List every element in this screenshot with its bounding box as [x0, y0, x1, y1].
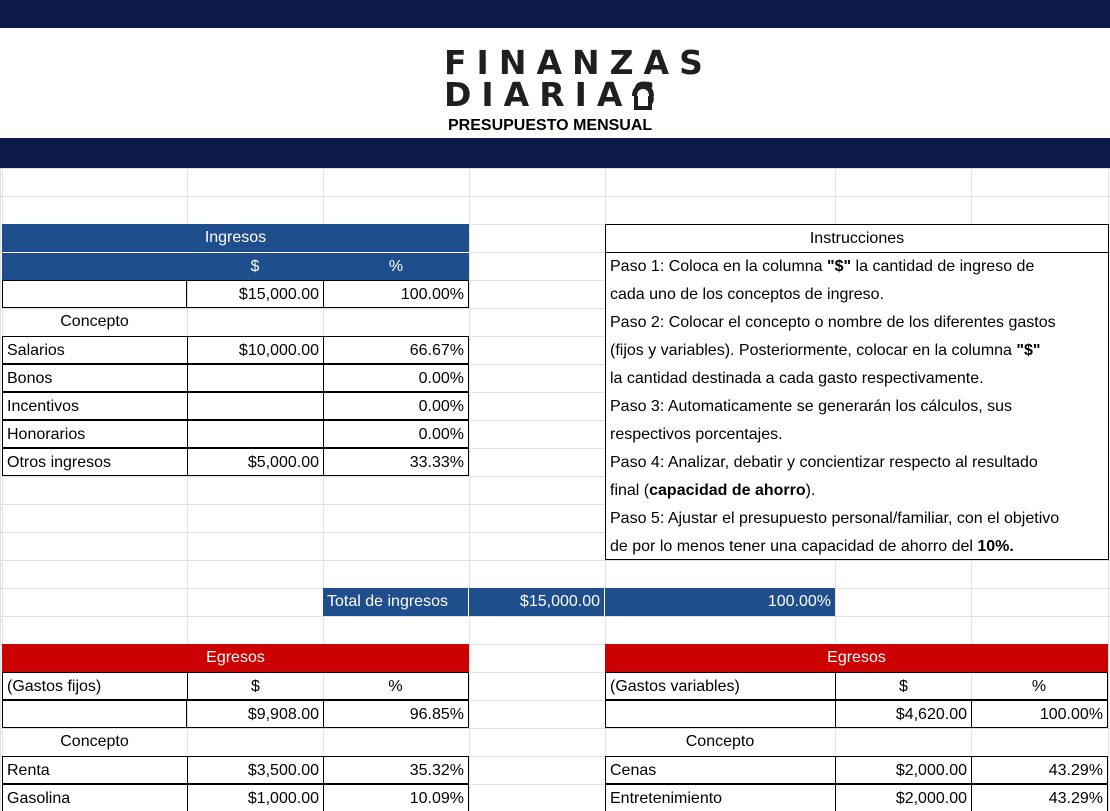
ingresos-title: Ingresos: [2, 224, 469, 252]
ingresos-row-pct[interactable]: 33.33%: [323, 448, 469, 476]
ingresos-row-name[interactable]: Incentivos: [2, 392, 188, 420]
instruction-line: Paso 3: Automaticamente se generarán los…: [610, 398, 1012, 415]
egresos-variables-row-name[interactable]: Entretenimiento: [605, 784, 836, 811]
egresos-fijos-row-amount[interactable]: $1,000.00: [187, 784, 324, 811]
top-banner: [0, 0, 1110, 28]
total-ingresos-pct[interactable]: 100.00%: [605, 588, 835, 616]
page-header: FINANZAS DIARIAS PRESUPUESTO MENSUAL: [0, 28, 1110, 138]
ingresos-row-pct[interactable]: 0.00%: [323, 364, 469, 392]
egresos-variables-total-blank: [605, 700, 836, 728]
egresos-fijos-title: Egresos: [2, 644, 469, 672]
instruction-line: de por lo menos tener una capacidad de a…: [610, 538, 1014, 555]
egresos-fijos-row-amount[interactable]: $3,500.00: [187, 756, 324, 784]
ingresos-row-pct[interactable]: 0.00%: [323, 420, 469, 448]
instruction-line: la cantidad destinada a cada gasto respe…: [610, 370, 984, 387]
ingresos-row-pct[interactable]: 66.67%: [323, 336, 469, 364]
ingresos-row-pct[interactable]: 0.00%: [323, 392, 469, 420]
instruction-line: Paso 5: Ajustar el presupuesto personal/…: [610, 510, 1060, 527]
ingresos-concept-label: Concepto: [60, 313, 129, 330]
egresos-variables-row-name[interactable]: Cenas: [605, 756, 836, 784]
egresos-variables-row-amount[interactable]: $2,000.00: [835, 756, 972, 784]
instructions-title: Instrucciones: [606, 225, 1108, 253]
egresos-variables-total-pct[interactable]: 100.00%: [971, 700, 1108, 728]
ingresos-row-amount[interactable]: [187, 392, 324, 420]
egresos-fijos-total-blank: [2, 700, 187, 728]
instruction-line: Paso 1: Coloca en la columna "$" la cant…: [610, 258, 1035, 275]
ingresos-row-amount[interactable]: $10,000.00: [187, 336, 324, 364]
egresos-fijos-row-name[interactable]: Renta: [2, 756, 188, 784]
ingresos-row-amount[interactable]: [187, 420, 324, 448]
ingresos-row-name[interactable]: Honorarios: [2, 420, 188, 448]
instruction-line: Paso 2: Colocar el concepto o nombre de …: [610, 314, 1056, 331]
ingresos-row-name[interactable]: Bonos: [2, 364, 188, 392]
egresos-variables-row-amount[interactable]: $2,000.00: [835, 784, 972, 811]
ingresos-col-amount: $: [187, 252, 323, 280]
ingresos-header-spacer: [2, 252, 187, 280]
egresos-fijos-total-pct[interactable]: 96.85%: [323, 700, 469, 728]
ingresos-total-blank: [2, 280, 187, 308]
egresos-fijos-row-pct[interactable]: 35.32%: [323, 756, 469, 784]
egresos-variables-row-pct[interactable]: 43.29%: [971, 784, 1108, 811]
header-divider-bar: [0, 138, 1110, 168]
egresos-fijos-row-name[interactable]: Gasolina: [2, 784, 188, 811]
egresos-fijos-total-amount[interactable]: $9,908.00: [186, 700, 324, 728]
egresos-variables-row-pct[interactable]: 43.29%: [971, 756, 1108, 784]
ingresos-row-amount[interactable]: $5,000.00: [187, 448, 324, 476]
instruction-line: final (capacidad de ahorro).: [610, 482, 816, 499]
ingresos-col-pct: %: [323, 252, 469, 280]
egresos-fijos-concept-label: Concepto: [60, 733, 129, 750]
egresos-variables-title: Egresos: [605, 644, 1108, 672]
page-subtitle: PRESUPUESTO MENSUAL: [448, 117, 653, 134]
instructions-box: Instrucciones Paso 1: Coloca en la colum…: [605, 224, 1109, 560]
instruction-line: (fijos y variables). Posteriormente, col…: [610, 342, 1041, 359]
egresos-fijos-subtitle: (Gastos fijos): [2, 672, 188, 700]
instruction-line: respectivos porcentajes.: [610, 426, 783, 443]
instruction-line: Paso 4: Analizar, debatir y concientizar…: [610, 454, 1038, 471]
ingresos-total-pct[interactable]: 100.00%: [323, 280, 469, 308]
ingresos-row-amount[interactable]: [187, 364, 324, 392]
ingresos-row-name[interactable]: Salarios: [2, 336, 188, 364]
total-ingresos-label: Total de ingresos: [323, 588, 469, 616]
egresos-fijos-col-pct: %: [323, 672, 469, 700]
egresos-variables-concept-label: Concepto: [685, 733, 755, 750]
egresos-variables-total-amount[interactable]: $4,620.00: [835, 700, 972, 728]
egresos-variables-subtitle: (Gastos variables): [605, 672, 836, 700]
egresos-fijos-col-amount: $: [187, 672, 324, 700]
egresos-fijos-row-pct[interactable]: 10.09%: [323, 784, 469, 811]
ingresos-total-amount[interactable]: $15,000.00: [186, 280, 324, 308]
ingresos-row-name[interactable]: Otros ingresos: [2, 448, 188, 476]
finanzas-diarias-logo: FINANZAS DIARIAS: [444, 46, 703, 116]
bread-icon: [632, 84, 654, 110]
egresos-variables-col-amount: $: [835, 672, 972, 700]
total-ingresos-amount[interactable]: $15,000.00: [469, 588, 605, 616]
egresos-variables-col-pct: %: [971, 672, 1108, 700]
instruction-line: cada uno de los conceptos de ingreso.: [610, 286, 884, 303]
